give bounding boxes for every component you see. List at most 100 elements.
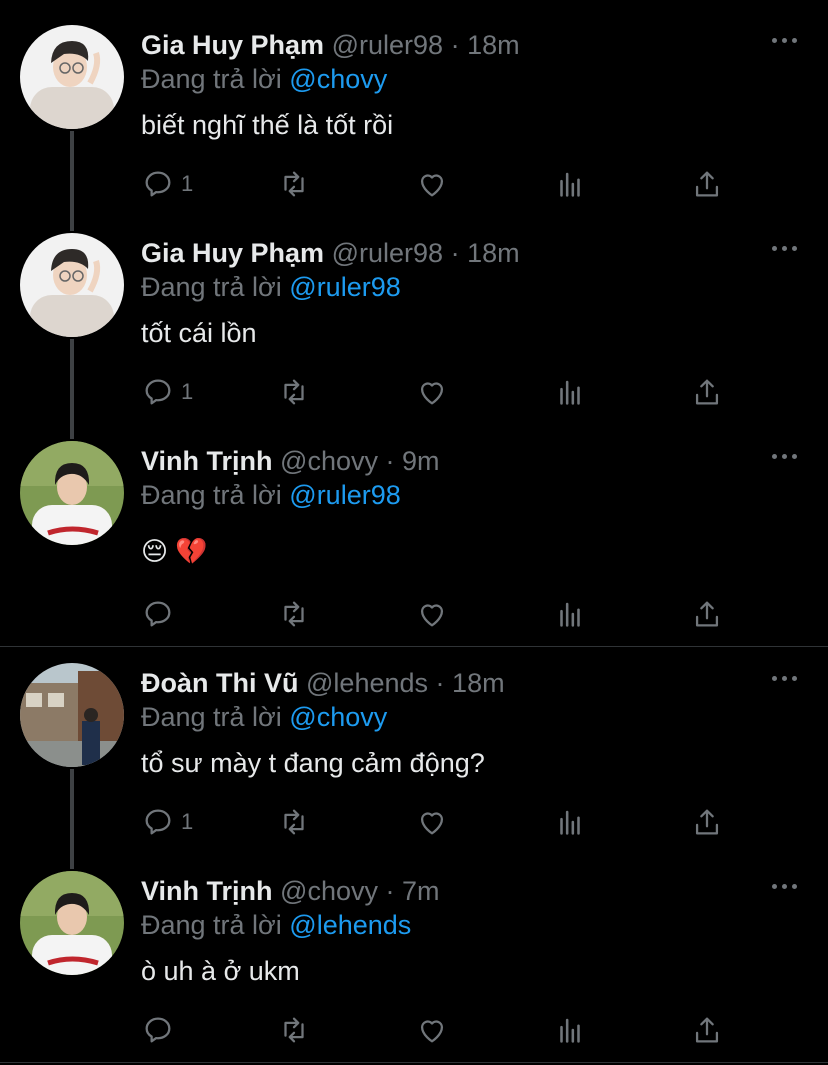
share-button[interactable] [690,166,724,202]
replying-to: Đang trả lời @ruler98 [141,478,401,512]
more-icon[interactable] [772,30,800,50]
tweet[interactable]: Gia Huy Phạm @ruler98 · 18m Đang trả lời… [0,0,828,208]
author-handle[interactable]: @ruler98 [332,238,443,268]
gia-huy-avatar [20,233,124,337]
retweet-button[interactable] [277,804,311,840]
author-handle[interactable]: @chovy [280,876,378,906]
replying-to-label: Đang trả lời [141,910,282,940]
share-button[interactable] [690,804,724,840]
author-handle[interactable]: @chovy [280,446,378,476]
timestamp[interactable]: 7m [402,876,440,906]
tweet-header: Gia Huy Phạm @ruler98 · 18m [141,28,520,62]
more-icon[interactable] [772,876,800,896]
vinh-trinh-avatar [20,871,124,975]
stats-button[interactable] [553,1012,587,1048]
stats-button[interactable] [553,804,587,840]
replying-to: Đang trả lời @ruler98 [141,270,401,304]
reply-button[interactable]: 1 [141,166,193,202]
separator-dot: · [435,668,445,698]
share-button[interactable] [690,596,724,632]
mention-link[interactable]: @ruler98 [289,480,400,510]
reply-button[interactable]: 1 [141,804,193,840]
thread-divider [0,1062,828,1063]
replying-to: Đang trả lời @chovy [141,700,387,734]
reply-count: 1 [181,171,194,196]
reply-button[interactable] [141,596,181,632]
like-button[interactable] [415,1012,449,1048]
tweet-text: 😔 💔 [141,536,208,566]
retweet-button[interactable] [277,166,311,202]
author-name[interactable]: Vinh Trịnh [141,446,273,476]
heart-icon [420,604,444,627]
reply-icon [145,379,171,405]
stats-icon [560,380,580,405]
timestamp[interactable]: 18m [467,30,520,60]
stats-icon [560,602,580,627]
stats-button[interactable] [553,166,587,202]
avatar[interactable] [20,233,124,337]
author-name[interactable]: Gia Huy Phạm [141,30,324,60]
reply-icon [145,171,171,197]
mention-link[interactable]: @chovy [289,64,387,94]
replying-to-label: Đang trả lời [141,64,282,94]
retweet-button[interactable] [277,1012,311,1048]
author-name[interactable]: Đoàn Thi Vũ [141,668,299,698]
reply-button[interactable] [141,1012,181,1048]
doan-thi-vu-avatar [20,663,124,767]
action-bar [0,1012,828,1052]
separator-dot: · [450,30,460,60]
timestamp[interactable]: 18m [452,668,505,698]
stats-icon [560,810,580,835]
tweet[interactable]: Vinh Trịnh @chovy · 7m Đang trả lời @leh… [0,846,828,1065]
reply-count: 1 [181,379,194,404]
avatar[interactable] [20,663,124,767]
avatar[interactable] [20,441,124,545]
more-icon[interactable] [772,668,800,688]
tweet[interactable]: Gia Huy Phạm @ruler98 · 18m Đang trả lời… [0,208,828,416]
tweet[interactable]: Vinh Trịnh @chovy · 9m Đang trả lời @rul… [0,416,828,646]
like-button[interactable] [415,166,449,202]
gia-huy-avatar [20,25,124,129]
action-bar: 1 [0,166,828,206]
more-icon[interactable] [772,238,800,258]
reply-button[interactable]: 1 [141,374,193,410]
mention-link[interactable]: @ruler98 [289,272,400,302]
author-handle[interactable]: @ruler98 [332,30,443,60]
share-button[interactable] [690,1012,724,1048]
avatar[interactable] [20,871,124,975]
tweet[interactable]: Đoàn Thi Vũ @lehends · 18m Đang trả lời … [0,638,828,846]
separator-dot: · [385,876,395,906]
action-bar: 1 [0,374,828,414]
author-name[interactable]: Gia Huy Phạm [141,238,324,268]
tweet-text: tốt cái lồn [141,318,257,348]
like-button[interactable] [415,596,449,632]
tweet-header: Vinh Trịnh @chovy · 7m [141,874,440,908]
share-icon [695,1017,719,1043]
mention-link[interactable]: @chovy [289,702,387,732]
share-button[interactable] [690,374,724,410]
stats-button[interactable] [553,596,587,632]
retweet-button[interactable] [277,374,311,410]
timestamp[interactable]: 9m [402,446,440,476]
reply-count: 1 [181,809,194,834]
replying-to-label: Đang trả lời [141,272,282,302]
retweet-button[interactable] [277,596,311,632]
author-handle[interactable]: @lehends [306,668,428,698]
stats-button[interactable] [553,374,587,410]
more-icon[interactable] [772,446,800,466]
replying-to-label: Đang trả lời [141,702,282,732]
mention-link[interactable]: @lehends [289,910,411,940]
action-bar [0,596,828,636]
retweet-icon [284,379,304,405]
author-name[interactable]: Vinh Trịnh [141,876,273,906]
stats-icon [560,172,580,197]
avatar[interactable] [20,25,124,129]
retweet-icon [284,809,304,835]
like-button[interactable] [415,374,449,410]
reply-icon [145,1017,171,1043]
like-button[interactable] [415,804,449,840]
timestamp[interactable]: 18m [467,238,520,268]
heart-icon [420,382,444,405]
tweet-header: Vinh Trịnh @chovy · 9m [141,444,440,478]
share-icon [695,809,719,835]
